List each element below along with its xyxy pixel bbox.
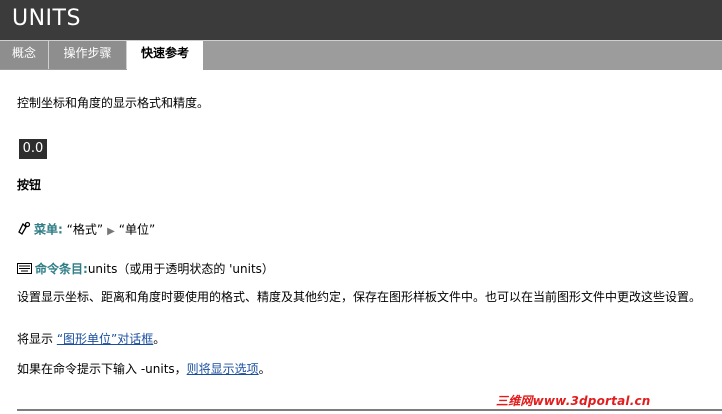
intro-text: 控制坐标和角度的显示格式和精度。 bbox=[17, 96, 210, 110]
dialog-line-end: 。 bbox=[153, 332, 166, 346]
command-entry: 命令条目:units（或用于透明状态的 'units） bbox=[17, 261, 274, 278]
description-text: 设置显示坐标、距离和角度时要使用的格式、精度及其他约定，保存在图形样板文件中。也… bbox=[17, 290, 702, 304]
buttons-heading: 按钮 bbox=[17, 178, 42, 192]
prompt-line: 如果在命令提示下输入 -units，则将显示选项。 bbox=[17, 361, 271, 377]
command-text: units（或用于透明状态的 'units） bbox=[87, 262, 274, 276]
page-title: UNITS bbox=[12, 6, 81, 31]
menu-label: 菜单: bbox=[34, 222, 63, 237]
menu-item-format: “格式” bbox=[66, 222, 104, 237]
dialog-line: 将显示 “图形单位”对话框。 bbox=[17, 331, 165, 347]
command-label: 命令条目: bbox=[35, 262, 88, 276]
chevron-right-icon: ▶ bbox=[107, 225, 115, 237]
tab-quick-reference[interactable]: 快速参考 bbox=[127, 41, 203, 70]
footer-divider bbox=[17, 409, 722, 411]
drawing-units-dialog-link[interactable]: “图形单位”对话框 bbox=[57, 332, 153, 346]
menu-path: 菜单: “格式” ▶ “单位” bbox=[17, 221, 155, 240]
value-badge: 0.0 bbox=[19, 139, 47, 159]
dialog-line-text: 将显示 bbox=[17, 332, 54, 346]
keyboard-icon bbox=[17, 262, 32, 278]
prompt-line-end: 。 bbox=[258, 362, 271, 376]
menu-item-units: “单位” bbox=[118, 222, 156, 237]
title-bar: UNITS bbox=[0, 0, 722, 40]
menu-icon bbox=[17, 221, 31, 239]
tab-concepts[interactable]: 概念 bbox=[0, 41, 49, 69]
tab-strip: 概念 操作步骤 快速参考 bbox=[0, 40, 722, 70]
display-options-link[interactable]: 则将显示选项 bbox=[187, 362, 259, 376]
tab-procedures[interactable]: 操作步骤 bbox=[49, 41, 127, 69]
prompt-line-text: 如果在命令提示下输入 -units， bbox=[17, 362, 187, 376]
watermark: 三维网www.3dportal.cn bbox=[496, 394, 651, 408]
